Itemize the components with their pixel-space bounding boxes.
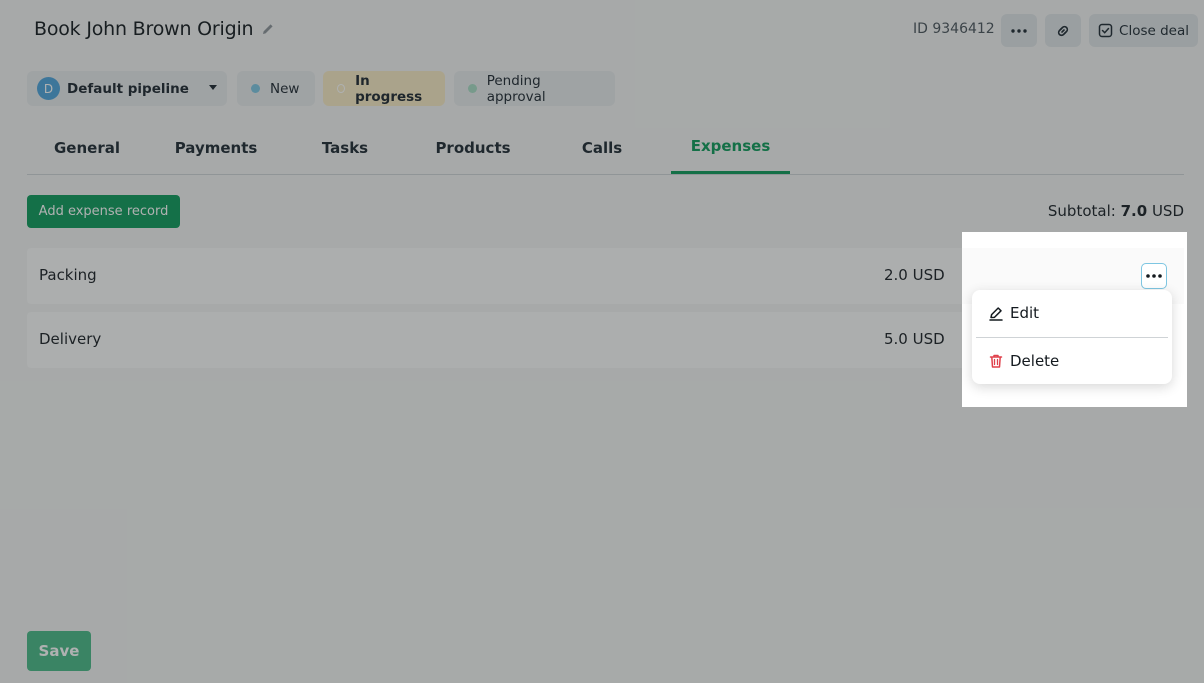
trash-icon — [989, 354, 1003, 368]
menu-item-delete[interactable]: Delete — [972, 338, 1172, 384]
row-actions-menu: Edit Delete — [972, 290, 1172, 384]
menu-item-edit-label: Edit — [1010, 304, 1040, 322]
menu-item-delete-label: Delete — [1010, 352, 1060, 370]
menu-item-edit[interactable]: Edit — [972, 290, 1172, 336]
more-dots-icon — [1146, 274, 1162, 278]
edit-icon — [989, 307, 1003, 321]
row-more-button[interactable] — [1141, 263, 1167, 289]
